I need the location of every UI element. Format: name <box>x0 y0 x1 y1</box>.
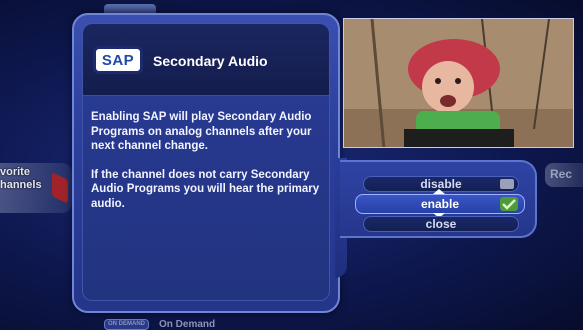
panel-title: Secondary Audio <box>153 53 268 69</box>
video-frame-image <box>344 19 573 147</box>
background-favorite-channels-label: vorite hannels <box>0 166 42 191</box>
checkmark-icon <box>500 197 518 211</box>
background-on-demand-item: ON DEMAND On Demand <box>104 318 215 330</box>
enable-option-label: enable <box>420 197 459 211</box>
live-tv-preview <box>343 18 574 148</box>
close-option-label: close <box>425 217 457 231</box>
background-recordings-label: Rec <box>550 167 573 181</box>
close-option-button[interactable]: close <box>363 216 519 232</box>
panel-inner: SAP Secondary Audio Enabling SAP will pl… <box>82 23 330 301</box>
sap-logo-icon: SAP <box>93 46 143 74</box>
panel-description: Enabling SAP will play Secondary Audio P… <box>91 110 331 225</box>
sap-badge-text: SAP <box>101 51 135 69</box>
panel-header: SAP Secondary Audio <box>83 24 329 96</box>
secondary-audio-panel: SAP Secondary Audio Enabling SAP will pl… <box>72 13 340 313</box>
unchecked-box-icon <box>500 179 514 189</box>
description-paragraph-1: Enabling SAP will play Secondary Audio P… <box>91 111 312 152</box>
description-paragraph-2: If the channel does not carry Secondary … <box>91 168 320 210</box>
enable-option-button[interactable]: enable <box>355 194 525 214</box>
on-demand-logo-icon: ON DEMAND <box>104 318 149 330</box>
on-demand-label: On Demand <box>159 318 216 330</box>
